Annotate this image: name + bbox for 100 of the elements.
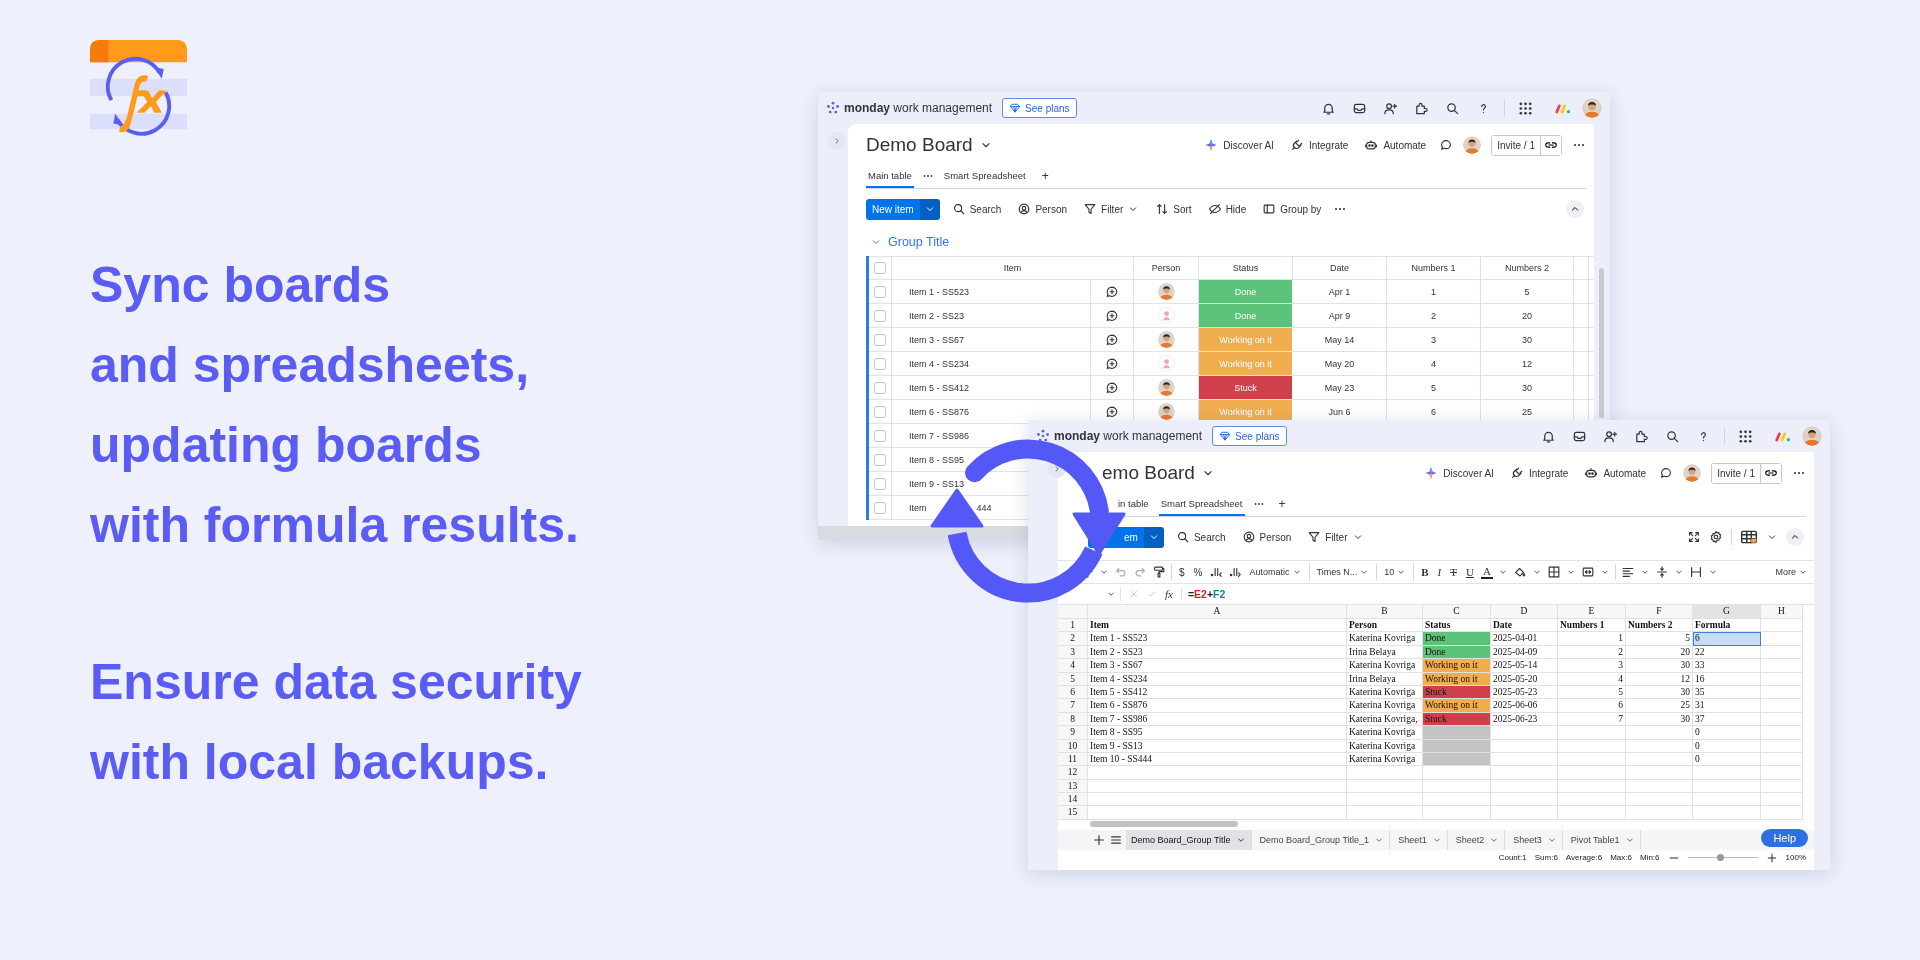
row-number[interactable]: 2 (1058, 632, 1088, 646)
table-icon[interactable] (1740, 528, 1758, 546)
table-cell[interactable] (1761, 645, 1803, 660)
sheet-tab[interactable]: Sheet3 (1508, 829, 1563, 850)
fill-color-icon[interactable] (1512, 565, 1527, 579)
table-cell[interactable] (1347, 793, 1423, 807)
avatar[interactable] (1582, 98, 1602, 118)
currency-format-button[interactable]: $ (1177, 566, 1187, 578)
bold-button[interactable]: B (1419, 566, 1431, 578)
copy-link-button[interactable] (1540, 135, 1561, 155)
item-name[interactable]: Item 4 - SS234 (909, 358, 970, 369)
scrollbar[interactable] (1090, 820, 1238, 827)
table-cell[interactable] (1558, 739, 1626, 753)
filter-button[interactable]: Filter (1303, 528, 1368, 546)
table-cell[interactable] (1558, 806, 1626, 820)
table-cell[interactable]: Item 7 - SS986 (1088, 712, 1347, 727)
add-update-icon[interactable] (1105, 380, 1119, 395)
avatar[interactable] (1802, 426, 1822, 446)
table-cell[interactable] (1761, 752, 1803, 767)
add-update-icon[interactable] (1105, 308, 1119, 323)
table-cell[interactable] (1423, 726, 1491, 740)
person-button[interactable]: Person (1013, 200, 1072, 218)
strikethrough-button[interactable]: T (1448, 566, 1459, 578)
table-cell[interactable]: 3 (1558, 659, 1626, 673)
vertical-align-icon[interactable] (1654, 565, 1669, 579)
table-cell[interactable]: Item 4 - SS234 (1088, 672, 1347, 686)
puzzle-icon[interactable] (1634, 428, 1649, 444)
table-cell[interactable]: 2025-05-20 (1491, 672, 1558, 686)
caret-icon[interactable] (1673, 567, 1684, 577)
checkbox[interactable] (874, 262, 886, 274)
table-cell[interactable] (1693, 766, 1761, 780)
item-name[interactable]: Item 1 - SS523 (909, 286, 970, 297)
table-cell[interactable] (1626, 752, 1693, 767)
person-button[interactable]: Person (1237, 528, 1296, 546)
header-cell[interactable]: Item (1088, 619, 1347, 633)
header-action-button[interactable]: Integrate (1286, 138, 1352, 152)
column-header[interactable]: F (1626, 605, 1693, 619)
table-cell[interactable]: 0 (1693, 726, 1761, 740)
table-cell[interactable] (1558, 766, 1626, 780)
table-cell[interactable] (1558, 726, 1626, 740)
cancel-icon[interactable] (1129, 589, 1139, 599)
table-cell[interactable] (1423, 766, 1491, 780)
add-update-icon[interactable] (1105, 404, 1119, 419)
sheet-tab[interactable]: Sheet1 (1393, 829, 1448, 850)
font-size-dropdown[interactable]: 10 (1382, 567, 1409, 577)
borders-icon[interactable] (1546, 565, 1561, 579)
header-cell[interactable]: Numbers 1 (1558, 619, 1626, 633)
caret-icon[interactable] (1707, 567, 1718, 577)
table-cell[interactable] (1491, 766, 1558, 780)
table-cell[interactable]: 4 (1558, 672, 1626, 686)
table-cell[interactable]: 2025-06-23 (1491, 712, 1558, 727)
table-cell[interactable] (1761, 685, 1803, 700)
item-name[interactable]: Item 9 - SS13 (909, 478, 965, 489)
table-cell[interactable] (1347, 766, 1423, 780)
table-cell[interactable]: 37 (1693, 712, 1761, 727)
column-header[interactable]: G (1693, 605, 1761, 619)
table-cell[interactable] (1761, 726, 1803, 740)
group-title[interactable]: Group Title (888, 235, 950, 249)
sort-button[interactable]: Sort (1151, 200, 1196, 218)
row-number[interactable]: 14 (1058, 793, 1088, 807)
table-cell[interactable]: 33 (1693, 659, 1761, 673)
table-cell[interactable]: Item 9 - SS13 (1088, 739, 1347, 753)
row-number[interactable]: 7 (1058, 699, 1088, 713)
add-update-icon[interactable] (1105, 284, 1119, 299)
table-cell[interactable]: 2 (1558, 645, 1626, 660)
table-cell[interactable]: 30 (1626, 685, 1693, 700)
column-header[interactable]: B (1347, 605, 1423, 619)
decrease-decimals-icon[interactable] (1209, 565, 1224, 579)
table-cell[interactable]: 5 (1558, 685, 1626, 700)
table-cell[interactable] (1088, 806, 1347, 820)
item-name[interactable]: Item 2 - SS23 (909, 310, 965, 321)
table-cell[interactable] (1761, 619, 1803, 633)
checkbox[interactable] (874, 453, 886, 466)
table-cell[interactable] (1626, 779, 1693, 794)
table-cell[interactable]: 20 (1626, 645, 1693, 660)
header-action-button[interactable]: Discover AI (1201, 138, 1277, 152)
text-wrap-icon[interactable] (1688, 565, 1703, 579)
table-cell[interactable]: 0 (1693, 752, 1761, 767)
view-tab[interactable]: Smart Spreadsheet (1158, 494, 1245, 516)
table-cell[interactable] (1693, 779, 1761, 794)
header-action-button[interactable]: Automate (1361, 138, 1430, 152)
table-cell[interactable] (1761, 766, 1803, 780)
add-view-button[interactable]: + (1035, 166, 1055, 188)
redo-icon[interactable] (1133, 565, 1147, 579)
table-cell[interactable] (1423, 793, 1491, 807)
collapse-button[interactable] (1566, 200, 1584, 218)
checkbox[interactable] (874, 405, 886, 418)
table-cell[interactable]: Item 3 - SS67 (1088, 659, 1347, 673)
underline-button[interactable]: U (1463, 566, 1476, 578)
table-cell[interactable] (1761, 712, 1803, 727)
filter-button[interactable]: Filter (1079, 200, 1144, 218)
table-cell[interactable] (1088, 766, 1347, 780)
checkbox[interactable] (874, 357, 886, 370)
board-title[interactable]: emo Board (1102, 462, 1195, 484)
table-cell[interactable] (1761, 793, 1803, 807)
merge-cells-icon[interactable] (1580, 565, 1595, 579)
add-view-button[interactable]: + (1272, 494, 1292, 516)
avatar[interactable] (1157, 283, 1175, 300)
table-cell[interactable] (1088, 793, 1347, 807)
table-cell[interactable] (1347, 806, 1423, 820)
